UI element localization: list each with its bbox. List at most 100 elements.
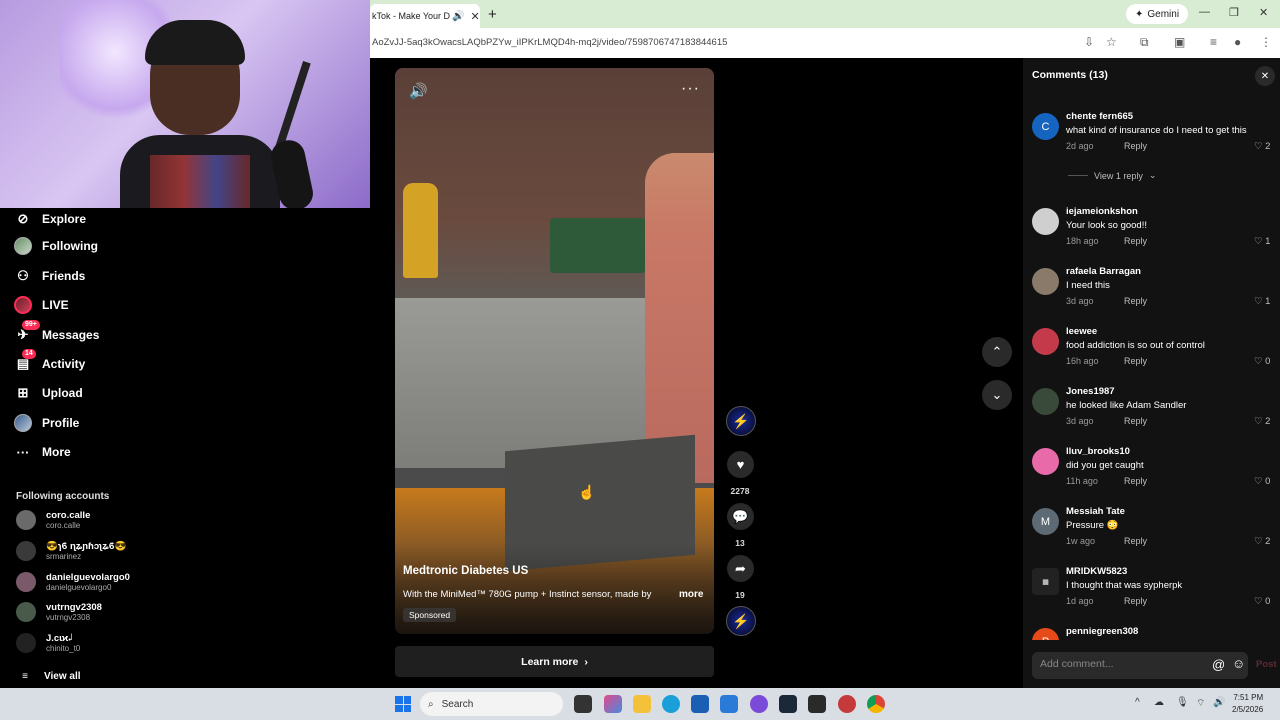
close-comments-button[interactable]: ✕ [1255,66,1275,86]
app-icon[interactable] [838,695,856,713]
comment-like[interactable]: ♡ 1 [1254,296,1270,307]
avatar[interactable] [1032,388,1059,415]
playlist-icon[interactable]: ≡ [1210,35,1217,49]
reply-button[interactable]: Reply [1124,356,1147,366]
outlook-icon[interactable] [720,695,738,713]
taskbar-search[interactable]: ⌕ Search [420,692,563,716]
video-player[interactable]: 🔊 ··· Medtronic Diabetes US With the Min… [395,68,714,634]
steam-icon[interactable] [779,695,797,713]
restore-icon[interactable]: ❐ [1229,6,1239,19]
close-tab-icon[interactable]: ✕ [470,10,479,23]
avatar[interactable]: P [1032,628,1059,640]
mention-icon[interactable]: @ [1212,657,1225,672]
discord-icon[interactable] [750,695,768,713]
reply-button[interactable]: Reply [1124,296,1147,306]
video-author[interactable]: Medtronic Diabetes US [403,565,528,577]
gemini-button[interactable]: ✦ Gemini [1126,4,1189,24]
browser-tab[interactable]: kTok - Make Your Da 🔊 ✕ [370,4,480,28]
bookmark-star-icon[interactable]: ☆ [1106,35,1117,49]
comment-user[interactable]: chente fern665 [1066,111,1133,122]
comment-user[interactable]: rafaela Barragan [1066,266,1141,277]
mic-icon[interactable]: 🎙 [1176,697,1189,708]
reply-button[interactable]: Reply [1124,596,1147,606]
comment-like[interactable]: ♡ 0 [1254,476,1270,487]
avatar[interactable]: M [1032,508,1059,535]
comment-like[interactable]: ♡ 1 [1254,236,1270,247]
comment-like[interactable]: ♡ 0 [1254,356,1270,367]
reply-button[interactable]: Reply [1124,236,1147,246]
comment-user[interactable]: Messiah Tate [1066,506,1125,517]
minimize-icon[interactable]: — [1199,6,1210,18]
nav-item-profile[interactable]: Profile [14,414,79,432]
volume-icon[interactable]: 🔊 [1213,697,1225,708]
comment-like[interactable]: ♡ 2 [1254,141,1270,152]
chrome-icon[interactable] [867,695,885,713]
nav-item-live[interactable]: LIVE [14,296,69,314]
add-comment-field[interactable]: @ ☺ [1032,652,1248,679]
comment-user[interactable]: MRIDKW5823 [1066,566,1127,577]
comment-user[interactable]: penniegreen308 [1066,626,1138,637]
nav-item-friends[interactable]: ⚇ Friends [14,267,85,285]
nav-item-explore[interactable]: ⊘ Explore [14,210,86,228]
nav-item-upload[interactable]: ⊞ Upload [14,384,83,402]
install-icon[interactable]: ⇩ [1084,35,1094,49]
avatar[interactable] [1032,268,1059,295]
windows-start-icon[interactable] [395,696,411,712]
like-button[interactable]: ♥ [727,451,754,478]
account-item[interactable]: vutrngv2308 vutrngv2308 [16,602,102,622]
edge-icon[interactable] [662,695,680,713]
nav-item-messages[interactable]: ✈ 99+ Messages [14,320,99,344]
terminal-icon[interactable] [808,695,826,713]
post-button[interactable]: Post [1256,659,1277,670]
more-description-link[interactable]: more [679,589,703,600]
comment-input[interactable] [1040,658,1190,670]
account-item[interactable]: danielguevolargo0 danielguevolargo0 [16,572,130,592]
store-icon[interactable] [691,695,709,713]
profile-icon[interactable]: ● [1234,35,1241,49]
comment-user[interactable]: leewee [1066,326,1097,337]
comment-user[interactable]: lluv_brooks10 [1066,446,1130,457]
creator-avatar[interactable]: ⚡ [726,406,756,436]
nav-item-activity[interactable]: ▤ 14 Activity [14,349,85,373]
chevron-up-icon[interactable]: ^ [1135,697,1140,708]
avatar[interactable]: C [1032,113,1059,140]
next-video-button[interactable]: ⌄ [982,380,1012,410]
task-view-icon[interactable] [574,695,592,713]
emoji-icon[interactable]: ☺ [1232,656,1245,671]
close-window-icon[interactable]: ✕ [1259,6,1268,19]
avatar[interactable] [1032,448,1059,475]
comment-button[interactable]: 💬 [727,503,754,530]
comment-like[interactable]: ♡ 2 [1254,536,1270,547]
clock[interactable]: 7:51 PM 2/5/2026 [1232,692,1263,716]
view-replies-button[interactable]: View 1 reply ⌄ [1068,170,1156,181]
copilot-icon[interactable] [604,695,622,713]
file-explorer-icon[interactable] [633,695,651,713]
comment-user[interactable]: iejameionkshon [1066,206,1138,217]
account-item[interactable]: coro.calle coro.calle [16,510,90,530]
view-all-link[interactable]: ≡ View all [16,667,80,685]
reply-button[interactable]: Reply [1124,416,1147,426]
speaker-icon[interactable]: 🔊 [409,82,428,100]
comment-like[interactable]: ♡ 2 [1254,416,1270,427]
avatar[interactable] [1032,208,1059,235]
wifi-icon[interactable]: ⌔ [1196,697,1205,710]
share-button[interactable]: ➦ [727,555,754,582]
nav-item-following[interactable]: Following [14,237,98,255]
nav-item-more[interactable]: ··· More [14,443,71,461]
extensions-icon[interactable]: ⧉ [1140,35,1149,50]
avatar[interactable] [1032,328,1059,355]
network-icon[interactable]: ☁ [1154,697,1164,708]
menu-kebab-icon[interactable]: ⋮ [1260,35,1272,49]
new-tab-icon[interactable]: + [488,6,497,23]
account-item[interactable]: J.cɩϰ𝆺𝅥 chinito_t0 [16,633,80,653]
address-bar[interactable]: AoZvJJ-5aq3kOwacsLAQbPZYw_iIPKrLMQD4h-mq… [370,28,1280,58]
learn-more-button[interactable]: Learn more › [395,646,714,677]
avatar[interactable]: ▦ [1032,568,1059,595]
reply-button[interactable]: Reply [1124,476,1147,486]
comment-user[interactable]: Jones1987 [1066,386,1115,397]
previous-video-button[interactable]: ⌃ [982,337,1012,367]
speaker-icon[interactable]: 🔊 [452,11,464,22]
reply-button[interactable]: Reply [1124,141,1147,151]
sound-disc[interactable]: ⚡ [726,606,756,636]
account-item[interactable]: 😎ɿϐ ɳʑɲɦɔʅʑϐ😎 srmarinez [16,541,126,561]
